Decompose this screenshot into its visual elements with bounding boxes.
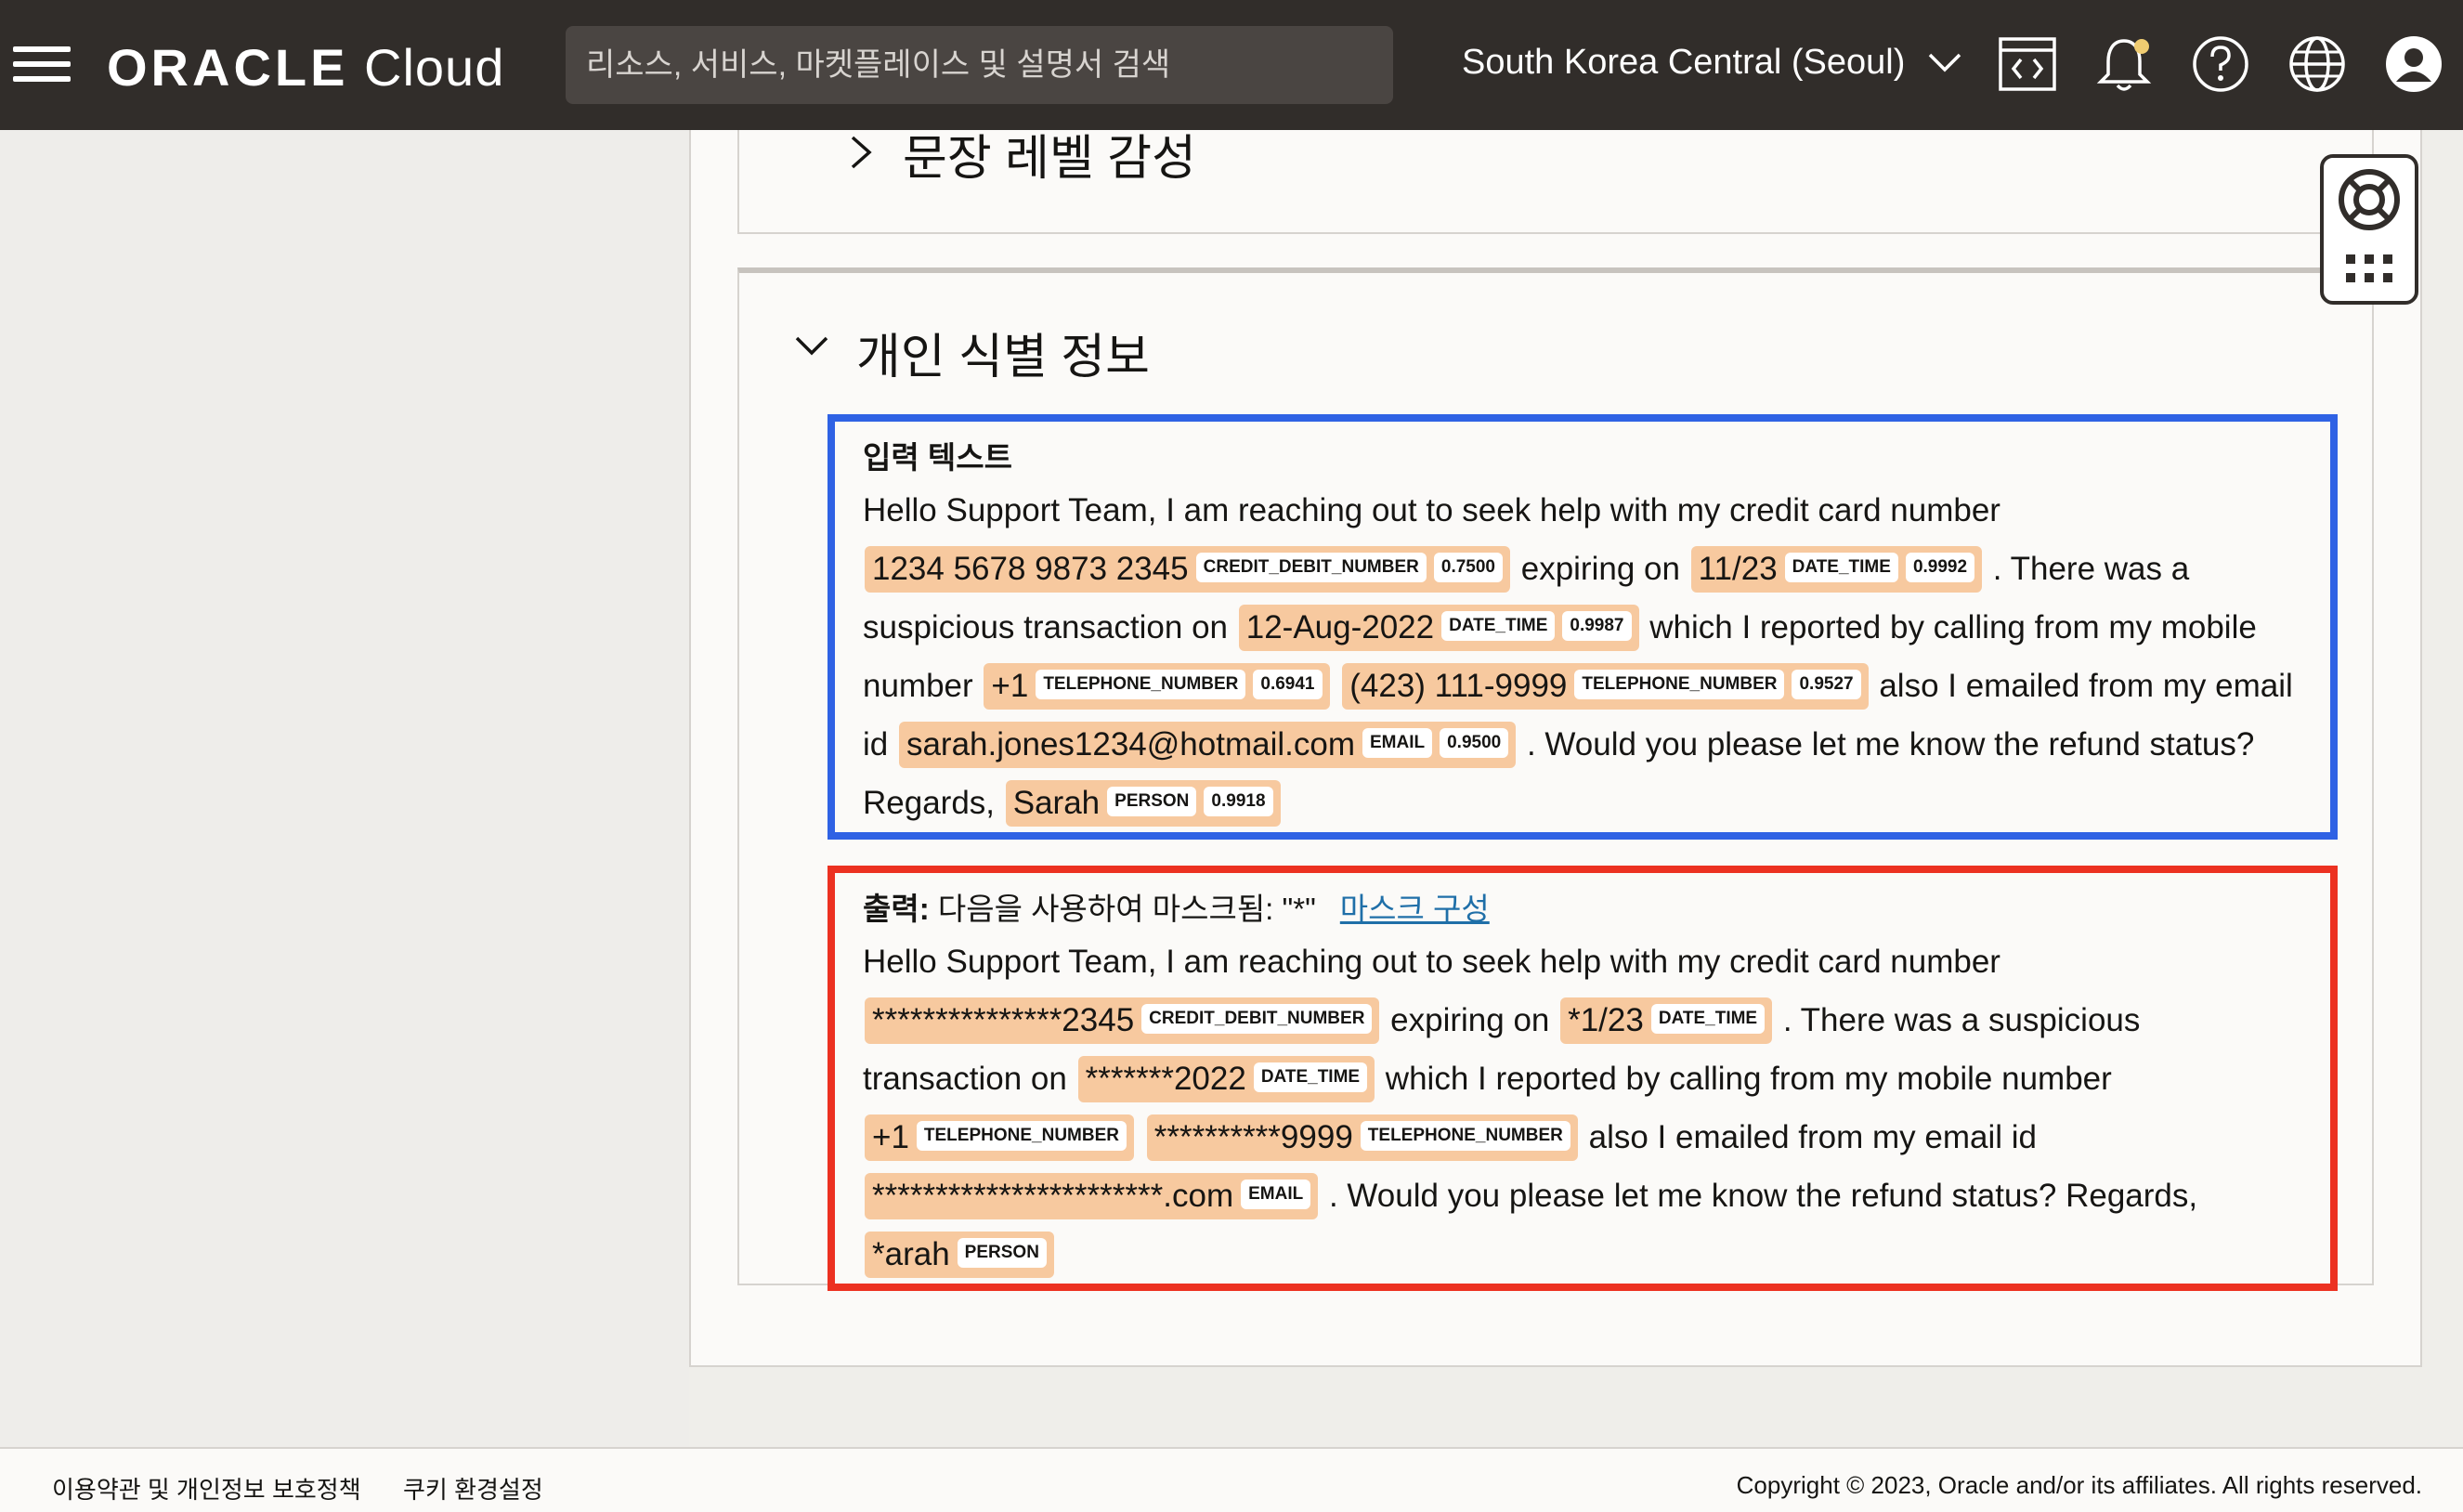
entity-value: *1/23	[1568, 1002, 1644, 1038]
entity-value: +1	[991, 668, 1029, 704]
logo-oracle: ORACLE	[107, 38, 349, 97]
input-paragraph: Hello Support Team, I am reaching out to…	[863, 481, 2304, 832]
entity-highlight: +1 TELEPHONE_NUMBER 0.6941	[984, 663, 1330, 710]
footer: 이용약관 및 개인정보 보호정책 쿠키 환경설정 Copyright © 202…	[0, 1447, 2463, 1512]
entity-type-tag: DATE_TIME	[1650, 1003, 1766, 1034]
entity-type-tag: TELEPHONE_NUMBER	[1574, 669, 1785, 699]
entity-type-tag: DATE_TIME	[1784, 552, 1898, 582]
entity-type-tag: EMAIL	[1362, 727, 1433, 758]
cookie-preferences-link[interactable]: 쿠키 환경설정	[403, 1471, 543, 1505]
entity-type-tag: EMAIL	[1241, 1179, 1311, 1209]
entity-highlight: sarah.jones1234@hotmail.com EMAIL 0.9500	[898, 722, 1517, 768]
entity-type-tag: PERSON	[1107, 786, 1197, 816]
entity-value: *arah	[872, 1236, 950, 1272]
oracle-cloud-logo[interactable]: ORACLE Cloud	[107, 37, 504, 98]
plain-text: Hello Support Team, I am reaching out to…	[863, 492, 2000, 528]
confidence-score-tag: 0.9918	[1204, 786, 1273, 816]
plain-text: Hello Support Team, I am reaching out to…	[863, 944, 2000, 980]
entity-value: +1	[872, 1119, 909, 1155]
confidence-score-tag: 0.9527	[1792, 669, 1861, 699]
entity-type-tag: DATE_TIME	[1441, 610, 1556, 641]
logo-cloud: Cloud	[364, 38, 505, 97]
entity-value: 12-Aug-2022	[1245, 609, 1435, 645]
entity-type-tag: TELEPHONE_NUMBER	[1360, 1120, 1570, 1151]
entity-type-tag: CREDIT_DEBIT_NUMBER	[1141, 1003, 1373, 1034]
lifebuoy-icon[interactable]	[2337, 167, 2402, 237]
entity-highlight: ***************2345 CREDIT_DEBIT_NUMBER	[865, 997, 1380, 1044]
confidence-score-tag: 0.9992	[1905, 552, 1975, 582]
entity-highlight: Sarah PERSON 0.9918	[1005, 780, 1281, 827]
mask-config-link[interactable]: 마스크 구성	[1340, 892, 1490, 926]
confidence-score-tag: 0.7500	[1433, 552, 1503, 582]
output-text-box: 출력: 다음을 사용하여 마스크됨: "*" 마스크 구성 Hello Suppo…	[828, 866, 2338, 1291]
confidence-score-tag: 0.9500	[1440, 727, 1509, 758]
chevron-down-icon[interactable]	[791, 332, 832, 365]
mask-description: 다음을 사용하여 마스크됨: "*"	[929, 892, 1316, 926]
chevron-right-icon[interactable]	[841, 130, 879, 179]
help-icon[interactable]	[2190, 33, 2251, 95]
bell-icon[interactable]	[2093, 33, 2155, 95]
help-widget[interactable]	[2320, 154, 2418, 305]
entity-type-tag: CREDIT_DEBIT_NUMBER	[1195, 552, 1427, 582]
entity-highlight: 12-Aug-2022 DATE_TIME 0.9987	[1238, 605, 1639, 651]
plain-text: which I reported by calling from my mobi…	[1376, 1061, 2112, 1097]
grid-dots-icon[interactable]	[2346, 254, 2396, 291]
entity-value: sarah.jones1234@hotmail.com	[906, 726, 1355, 763]
input-text-box: 입력 텍스트 Hello Support Team, I am reaching…	[828, 414, 2338, 840]
entity-type-tag: TELEPHONE_NUMBER	[916, 1120, 1127, 1151]
plain-text	[1332, 668, 1341, 704]
entity-type-tag: PERSON	[957, 1237, 1047, 1268]
menu-icon[interactable]	[13, 46, 71, 82]
section-title-pii: 개인 식별 정보	[856, 331, 1150, 385]
plain-text	[1136, 1119, 1145, 1155]
plain-text: expiring on	[1381, 1002, 1559, 1038]
entity-highlight: *******2022 DATE_TIME	[1077, 1056, 1375, 1102]
entity-value: 11/23	[1698, 551, 1778, 587]
output-paragraph: Hello Support Team, I am reaching out to…	[863, 932, 2304, 1284]
plain-text: . Would you please let me know the refun…	[1320, 1178, 2198, 1214]
terms-link[interactable]: 이용약관 및 개인정보 보호정책	[52, 1471, 361, 1505]
entity-highlight: 11/23 DATE_TIME 0.9992	[1690, 546, 1983, 593]
output-label: 출력:	[863, 892, 930, 926]
entity-type-tag: DATE_TIME	[1253, 1062, 1368, 1092]
entity-highlight: 1234 5678 9873 2345 CREDIT_DEBIT_NUMBER 0.…	[865, 546, 1510, 593]
output-heading: 출력: 다음을 사용하여 마스크됨: "*" 마스크 구성	[863, 886, 2304, 932]
plain-text: expiring on	[1512, 551, 1689, 587]
input-heading: 입력 텍스트	[863, 440, 1012, 475]
confidence-score-tag: 0.6941	[1253, 669, 1323, 699]
left-background-pane	[0, 130, 689, 1447]
entity-highlight: *arah PERSON	[865, 1232, 1054, 1278]
region-label: South Korea Central (Seoul)	[1462, 43, 1906, 82]
code-editor-icon[interactable]	[1997, 33, 2058, 95]
plain-text: also I emailed from my email id	[1579, 1119, 2037, 1155]
entity-value: **********9999	[1153, 1119, 1353, 1155]
entity-value: (423) 111-9999	[1349, 668, 1568, 704]
globe-icon[interactable]	[2287, 33, 2348, 95]
confidence-score-tag: 0.9987	[1562, 610, 1632, 641]
copyright-text: Copyright © 2023, Oracle and/or its affi…	[1736, 1471, 2422, 1499]
region-selector[interactable]: South Korea Central (Seoul)	[1462, 43, 1963, 83]
entity-highlight: +1 TELEPHONE_NUMBER	[865, 1114, 1134, 1161]
entity-highlight: **********9999 TELEPHONE_NUMBER	[1146, 1114, 1578, 1161]
profile-icon[interactable]	[2383, 33, 2444, 95]
entity-value: Sarah	[1012, 785, 1101, 821]
search-input[interactable]	[566, 26, 1393, 104]
section-title-sentence-sentiment: 문장 레벨 감성	[903, 132, 1196, 186]
entity-value: ***************2345	[872, 1002, 1135, 1038]
entity-highlight: ***********************.com EMAIL	[865, 1173, 1319, 1219]
entity-highlight: (423) 111-9999 TELEPHONE_NUMBER 0.9527	[1342, 663, 1869, 710]
top-navigation-bar: ORACLE Cloud South Korea Central (Seoul)	[0, 0, 2463, 130]
sentence-sentiment-card[interactable]: 문장 레벨 감성	[737, 130, 2374, 234]
chevron-down-icon	[1926, 43, 1963, 83]
entity-highlight: *1/23 DATE_TIME	[1560, 997, 1773, 1044]
entity-value: 1234 5678 9873 2345	[872, 551, 1189, 587]
entity-type-tag: TELEPHONE_NUMBER	[1036, 669, 1246, 699]
entity-value: ***********************.com	[872, 1178, 1234, 1214]
entity-value: *******2022	[1085, 1061, 1246, 1097]
